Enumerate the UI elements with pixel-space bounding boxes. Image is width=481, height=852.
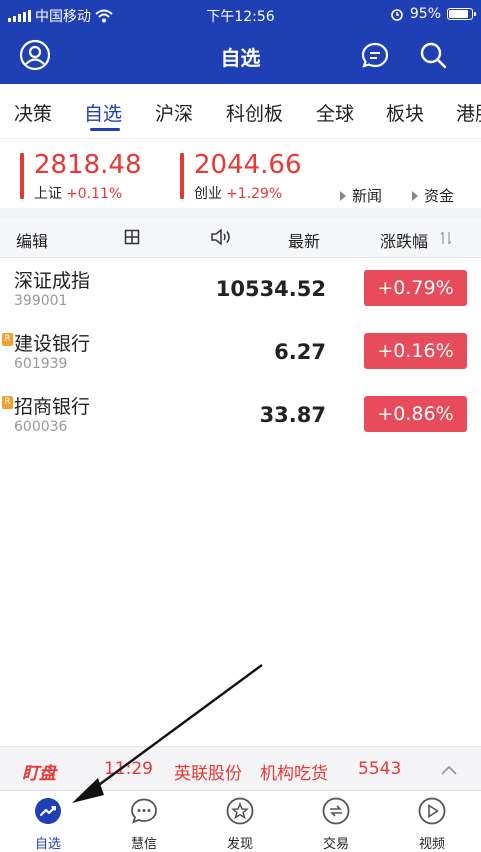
nav-trade[interactable]: 交易	[306, 797, 366, 852]
index-name: 创业	[194, 186, 222, 202]
stock-code: 399001	[14, 293, 68, 309]
stock-change-button[interactable]: +0.16%	[364, 333, 467, 369]
active-tab-indicator	[90, 128, 120, 131]
battery-icon	[447, 8, 476, 20]
watch-logo: 盯盘	[22, 764, 56, 784]
title-bar: 自选	[0, 28, 481, 84]
app-header: 中国移动 下午12:56 95% 自选	[0, 0, 481, 84]
tab-decision[interactable]: 决策	[14, 99, 52, 126]
section-divider	[0, 208, 481, 218]
index-value: 2818.48	[34, 150, 142, 180]
nav-label: 视频	[418, 837, 445, 852]
message-icon[interactable]	[358, 38, 392, 72]
stock-row[interactable]: 深证成指 399001 10534.52 +0.79%	[0, 258, 481, 321]
funds-label: 资金	[424, 187, 455, 205]
index-shanghai[interactable]: 2818.48 上证 +0.11%	[20, 151, 142, 203]
grid-view-icon[interactable]	[124, 229, 140, 249]
index-marker	[180, 153, 184, 199]
bottom-navigation: 自选 慧信 发现 交易 视频	[0, 790, 481, 852]
stock-change-button[interactable]: +0.79%	[364, 270, 467, 306]
index-marker	[20, 153, 24, 199]
page-title: 自选	[220, 46, 261, 70]
sort-icon[interactable]	[440, 230, 452, 249]
index-chinext[interactable]: 2044.66 创业 +1.29%	[180, 151, 302, 203]
stock-price: 10534.52	[215, 277, 326, 301]
trend-icon	[35, 798, 61, 824]
nav-discover[interactable]: 发现	[210, 797, 270, 852]
stock-price: 6.27	[274, 340, 326, 364]
nav-watchlist[interactable]: 自选	[18, 797, 78, 852]
nav-label: 发现	[226, 837, 253, 852]
index-change: +1.29%	[226, 186, 283, 202]
stock-code: 601939	[14, 356, 68, 372]
change-percent-header[interactable]: 涨跌幅	[380, 228, 428, 252]
exchange-icon	[322, 797, 350, 825]
speaker-icon[interactable]	[210, 228, 232, 250]
nav-label: 自选	[34, 837, 61, 852]
chat-icon	[131, 798, 157, 824]
nav-label: 慧信	[130, 837, 157, 852]
triangle-right-icon	[340, 190, 346, 201]
chevron-up-icon[interactable]	[440, 761, 458, 781]
news-label: 新闻	[352, 187, 383, 205]
stock-change-button[interactable]: +0.86%	[364, 396, 467, 432]
search-icon[interactable]	[416, 38, 450, 72]
battery-percent: 95%	[409, 6, 441, 22]
triangle-right-icon	[412, 190, 418, 201]
stock-row[interactable]: R 招商银行 600036 33.87 +0.86%	[0, 384, 481, 447]
star-icon	[226, 797, 254, 825]
margin-badge: R	[2, 396, 13, 409]
latest-price-header[interactable]: 最新	[288, 228, 320, 252]
tab-watchlist[interactable]: 自选	[84, 99, 122, 126]
index-value: 2044.66	[194, 150, 302, 180]
tab-star-market[interactable]: 科创板	[226, 99, 283, 126]
stock-name: 深证成指	[14, 270, 91, 292]
market-tabs: 决策 自选 沪深 科创板 全球 板块 港股	[0, 84, 481, 138]
index-summary: 2818.48 上证 +0.11% 2044.66 创业 +1.29% 新闻 资金	[0, 138, 481, 208]
alarm-icon	[391, 9, 403, 21]
nav-label: 交易	[322, 837, 349, 852]
ticker-stock: 英联股份	[174, 764, 242, 784]
tab-hk-stock[interactable]: 港股	[456, 99, 481, 126]
index-change: +0.11%	[66, 186, 123, 202]
funds-link[interactable]: 资金	[412, 185, 454, 206]
nav-video[interactable]: 视频	[402, 797, 462, 852]
nav-huixin[interactable]: 慧信	[114, 797, 174, 852]
margin-badge: R	[2, 333, 13, 346]
news-link[interactable]: 新闻	[340, 185, 382, 206]
stock-row[interactable]: R 建设银行 601939 6.27 +0.16%	[0, 321, 481, 384]
ticker-value: 5543	[358, 759, 402, 779]
play-icon	[418, 797, 446, 825]
tab-sector[interactable]: 板块	[386, 99, 424, 126]
index-name: 上证	[34, 186, 62, 202]
stock-price: 33.87	[259, 403, 326, 427]
market-ticker[interactable]: 盯盘 11:29 英联股份 机构吃货 5543	[0, 746, 481, 790]
stock-code: 600036	[14, 419, 68, 435]
tab-global[interactable]: 全球	[316, 99, 354, 126]
ticker-event: 机构吃货	[260, 764, 328, 784]
status-bar: 中国移动 下午12:56 95%	[0, 0, 481, 28]
tab-hushen[interactable]: 沪深	[155, 99, 193, 126]
stock-name: 招商银行	[14, 396, 91, 418]
list-column-header: 编辑 最新 涨跌幅	[0, 218, 481, 258]
stock-name: 建设银行	[14, 333, 91, 355]
ticker-time: 11:29	[104, 759, 153, 779]
edit-button[interactable]: 编辑	[16, 228, 48, 252]
